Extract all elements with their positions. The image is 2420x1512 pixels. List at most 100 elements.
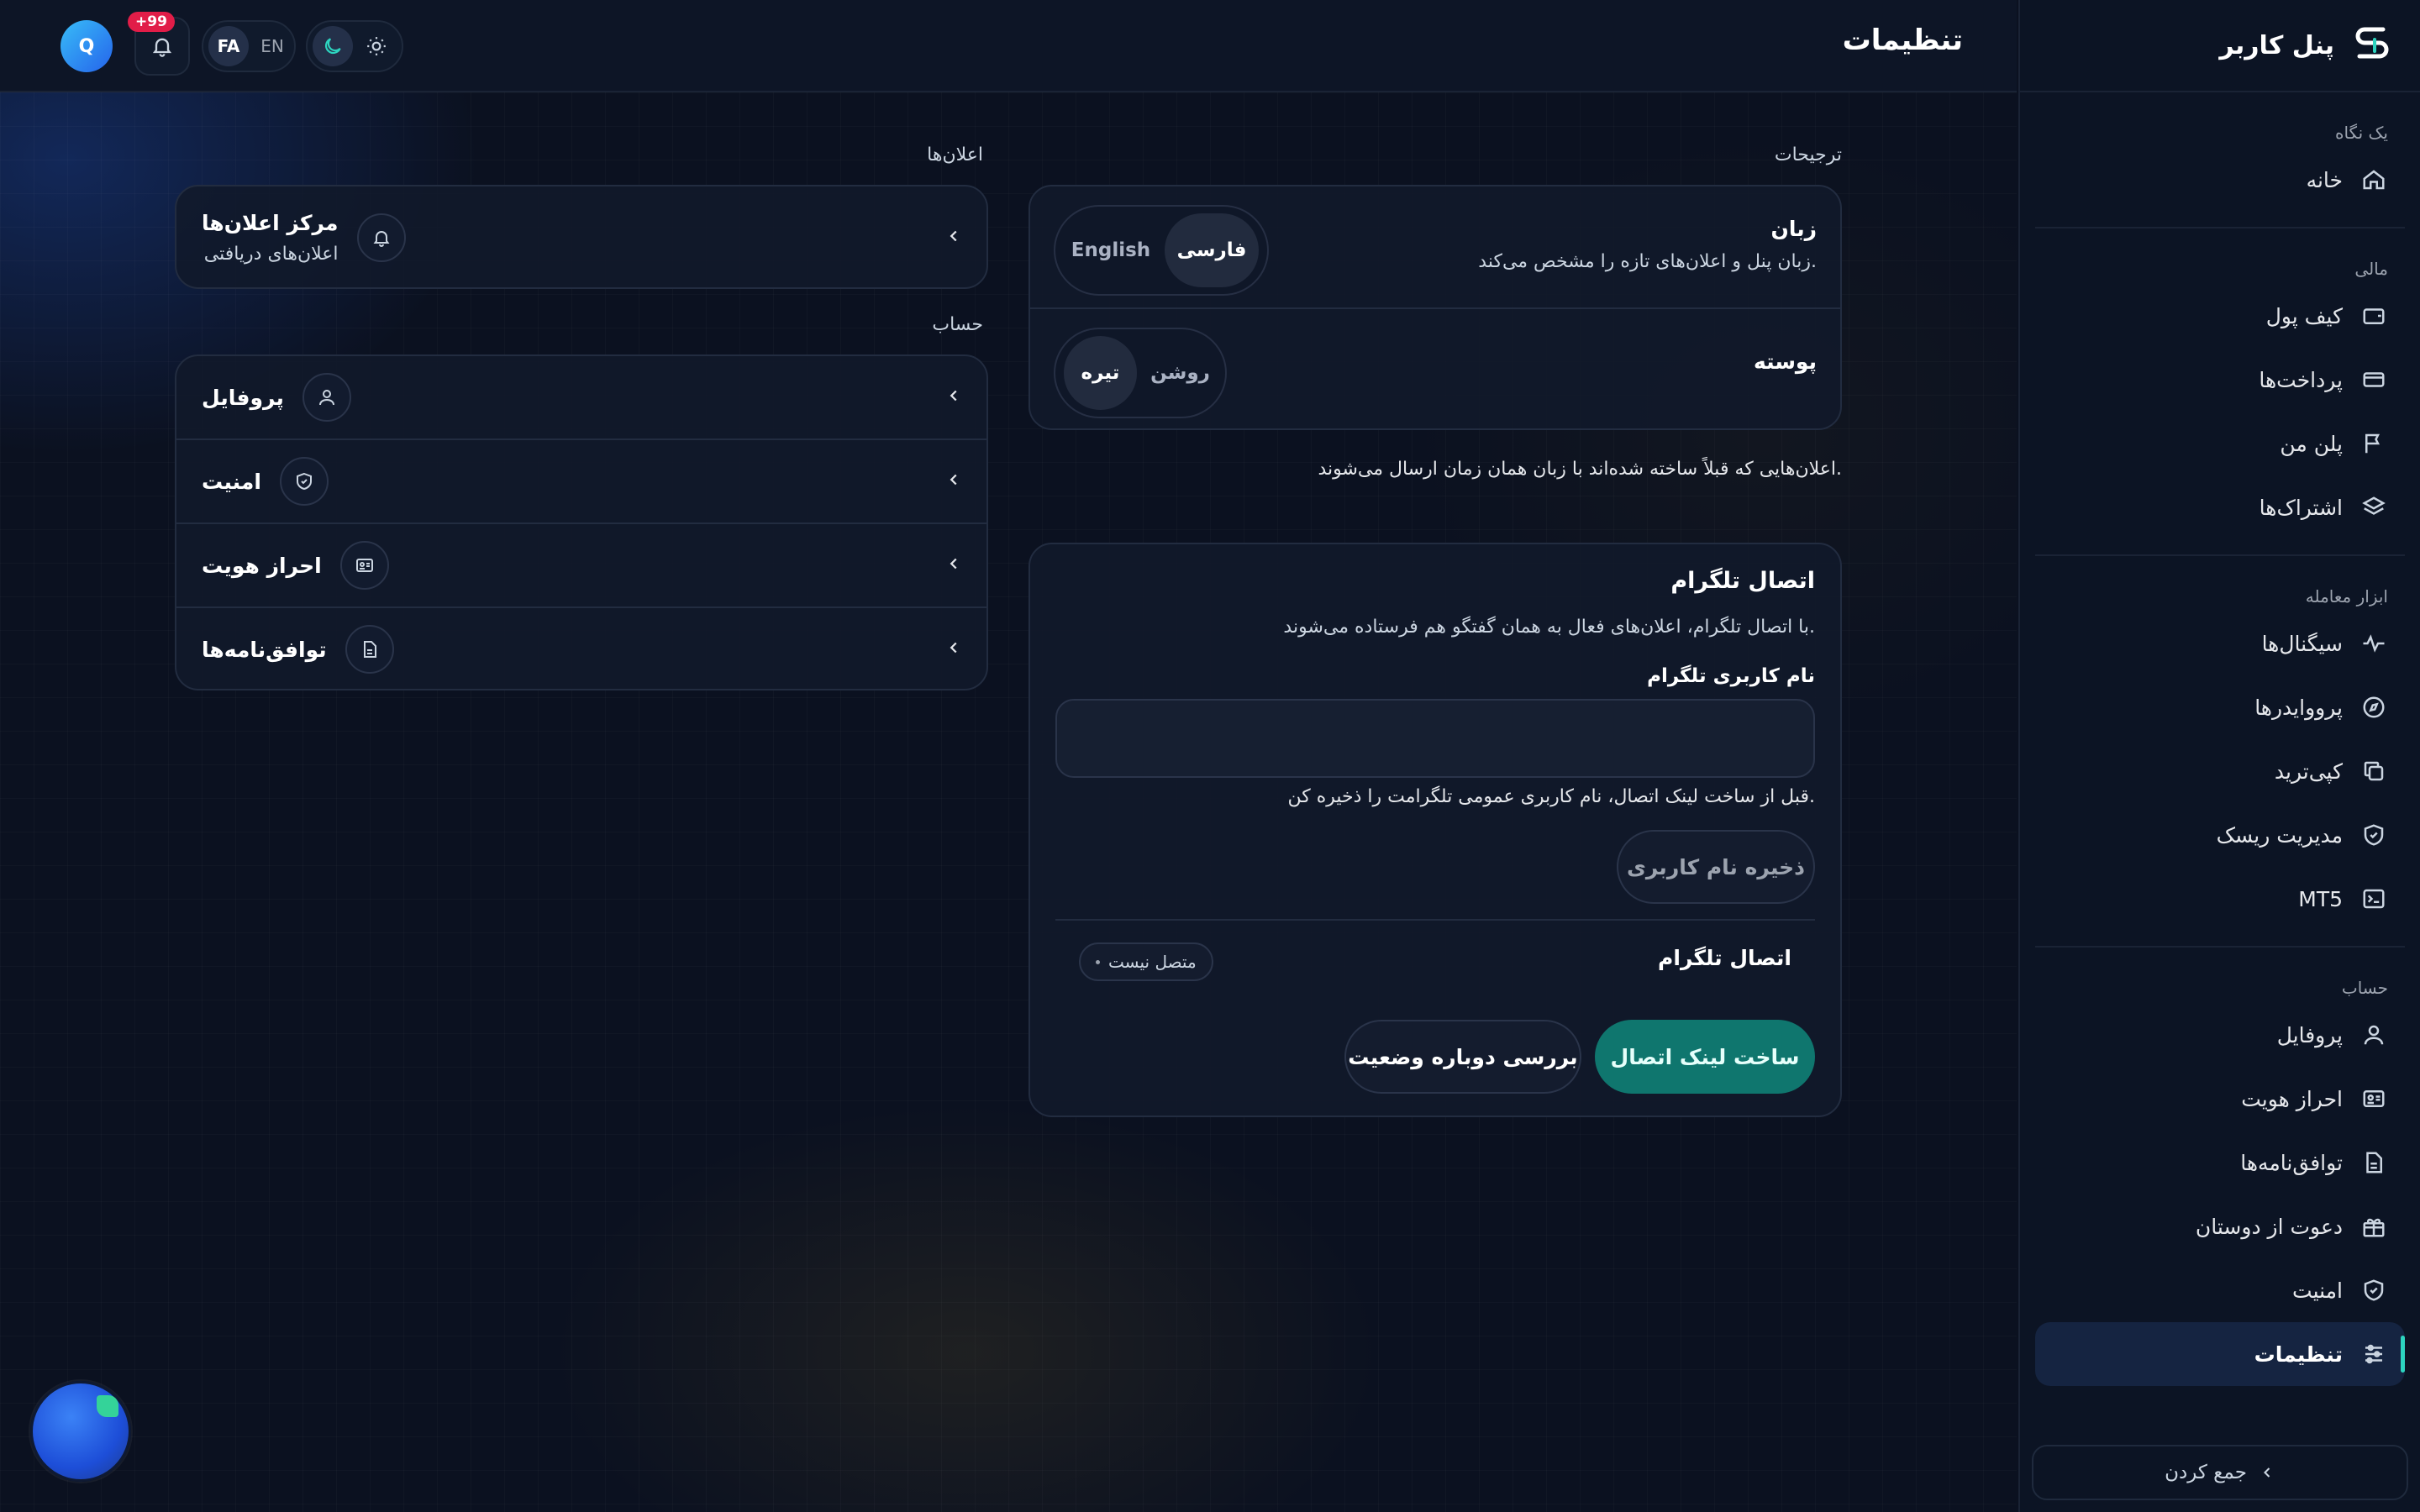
account-row-profile[interactable]: پروفایل — [176, 356, 986, 438]
shield-check-icon — [2364, 1279, 2384, 1301]
language-option-farsi[interactable]: فارسی — [1165, 213, 1259, 287]
light-theme-button[interactable] — [356, 26, 397, 66]
sidebar-item-subscriptions[interactable]: اشتراک‌ها — [2035, 475, 2405, 539]
sidebar-item-profile[interactable]: پروفایل — [2035, 1003, 2405, 1067]
create-link-button[interactable]: ساخت لینک اتصال — [1595, 1020, 1815, 1094]
chevron-left-icon — [944, 638, 963, 660]
recheck-status-button[interactable]: بررسی دوباره وضعیت — [1344, 1020, 1581, 1094]
language-note: اعلان‌هایی که قبلاً ساخته شده‌اند با زبا… — [1318, 459, 1842, 480]
sidebar-item-my-plan[interactable]: پلن من — [2035, 412, 2405, 475]
chevron-left-icon — [944, 554, 963, 576]
avatar[interactable]: Q — [60, 20, 113, 72]
wallet-icon — [2363, 308, 2385, 324]
language-row: زبان زبان پنل و اعلان‌های تازه را مشخص م… — [1478, 217, 1817, 272]
brand: پنل کاربر — [2020, 0, 2420, 92]
sidebar-item-label: کپی‌ترید — [2274, 759, 2343, 784]
row-content: احراز هویت — [202, 541, 389, 590]
user-icon — [318, 390, 334, 406]
save-username-button[interactable]: ذخیره نام کاربری — [1617, 830, 1815, 904]
preferences-section-label: ترجیحات — [1774, 144, 1842, 165]
id-card-icon — [2363, 1090, 2385, 1107]
file-icon-circle — [345, 625, 394, 674]
row-content: مرکز اعلان‌ها اعلان‌های دریافتی — [202, 211, 406, 265]
sidebar-item-home[interactable]: خانه — [2035, 148, 2405, 212]
account-row-security[interactable]: امنیت — [176, 440, 986, 522]
notification-center-card[interactable]: مرکز اعلان‌ها اعلان‌های دریافتی — [175, 185, 988, 289]
telegram-username-label: نام کاربری تلگرام — [1647, 665, 1815, 687]
account-row-agreements[interactable]: توافق‌نامه‌ها — [176, 608, 986, 690]
page-title: تنظیمات — [1842, 24, 1963, 57]
shield-icon-circle — [279, 457, 329, 506]
dark-theme-button[interactable] — [313, 26, 353, 66]
nav-divider — [2035, 227, 2405, 228]
sidebar-item-label: کیف پول — [2265, 303, 2343, 328]
sidebar-item-invite[interactable]: دعوت از دوستان — [2035, 1194, 2405, 1258]
language-desc: زبان پنل و اعلان‌های تازه را مشخص می‌کند… — [1478, 251, 1817, 272]
brand-logo-icon — [2355, 27, 2389, 59]
shield-check-icon — [296, 472, 312, 491]
sidebar: پنل کاربر یک نگاه خانه مالی کیف پول پردا… — [2018, 0, 2420, 1512]
home-icon — [2363, 170, 2385, 190]
account-row-label: توافق‌نامه‌ها — [202, 637, 327, 662]
nav-section-trading: ابزار معامله — [2305, 586, 2388, 606]
sidebar-item-label: دعوت از دوستان — [2195, 1214, 2343, 1239]
collapse-sidebar-button[interactable]: جمع کردن — [2032, 1445, 2408, 1500]
user-icon — [2364, 1025, 2384, 1045]
sidebar-item-risk[interactable]: مدیریت ریسک — [2035, 803, 2405, 867]
sidebar-item-kyc[interactable]: احراز هویت — [2035, 1067, 2405, 1131]
notifications-badge: +99 — [128, 12, 175, 32]
sidebar-item-mt5[interactable]: MT5 — [2035, 867, 2405, 931]
support-chat-button[interactable] — [30, 1381, 131, 1482]
sidebar-item-security[interactable]: امنیت — [2035, 1258, 2405, 1322]
notifications-section-label: اعلان‌ها — [927, 144, 983, 165]
user-icon-circle — [302, 373, 351, 422]
sun-icon — [367, 37, 386, 55]
activity-icon — [2363, 634, 2385, 653]
brand-name: پنل کاربر — [2219, 30, 2334, 60]
account-row-label: امنیت — [202, 469, 261, 494]
telegram-username-hint: قبل از ساخت لینک اتصال، نام کاربری عمومی… — [1287, 786, 1815, 807]
sidebar-nav: یک نگاه خانه مالی کیف پول پرداخت‌ها پلن … — [2020, 123, 2420, 1386]
telegram-username-input[interactable] — [1055, 699, 1815, 778]
chevron-left-icon — [944, 470, 963, 492]
lang-en-button[interactable]: EN — [252, 26, 292, 66]
sidebar-item-agreements[interactable]: توافق‌نامه‌ها — [2035, 1131, 2405, 1194]
id-card-icon-circle — [339, 541, 389, 590]
sidebar-item-providers[interactable]: پرووایدرها — [2035, 675, 2405, 739]
language-option-english[interactable]: English — [1064, 213, 1158, 287]
telegram-desc: با اتصال تلگرام، اعلان‌های فعال به همان … — [1283, 617, 1815, 638]
collapse-label: جمع کردن — [2165, 1462, 2247, 1483]
account-row-kyc[interactable]: احراز هویت — [176, 524, 986, 606]
chevron-left-icon — [944, 227, 963, 249]
id-card-icon — [355, 559, 373, 572]
account-row-label: احراز هویت — [202, 553, 322, 578]
sidebar-item-label: خانه — [2306, 167, 2343, 192]
sidebar-item-label: احراز هویت — [2241, 1086, 2343, 1111]
lang-fa-button[interactable]: FA — [208, 26, 249, 66]
skin-option-light[interactable]: روشن — [1144, 336, 1217, 410]
telegram-status-text: متصل نیست — [1108, 952, 1197, 972]
nav-divider — [2035, 946, 2405, 948]
sidebar-item-settings[interactable]: تنظیمات — [2035, 1322, 2405, 1386]
notification-center-row[interactable]: مرکز اعلان‌ها اعلان‌های دریافتی — [176, 197, 986, 279]
compass-icon — [2363, 696, 2385, 718]
skin-title: پوسته — [1753, 349, 1817, 374]
notifications-button[interactable]: +99 — [128, 12, 190, 76]
chevron-left-icon — [944, 386, 963, 408]
notification-center-text: مرکز اعلان‌ها اعلان‌های دریافتی — [202, 211, 339, 265]
sidebar-item-label: پروفایل — [2276, 1022, 2343, 1047]
nav-section-overview: یک نگاه — [2334, 123, 2388, 143]
sidebar-item-copytrade[interactable]: کپی‌ترید — [2035, 739, 2405, 803]
telegram-status-title: اتصال تلگرام — [1658, 946, 1791, 970]
sidebar-item-label: پلن من — [2280, 431, 2343, 456]
file-text-icon — [2366, 1152, 2382, 1173]
theme-switch — [306, 20, 403, 72]
sidebar-item-signals[interactable]: سیگنال‌ها — [2035, 612, 2405, 675]
skin-option-dark[interactable]: تیره — [1064, 336, 1137, 410]
language-title: زبان — [1770, 217, 1817, 241]
sidebar-item-payments[interactable]: پرداخت‌ها — [2035, 348, 2405, 412]
copy-icon — [2364, 761, 2384, 781]
topbar: تنظیمات Q +99 FA EN — [0, 0, 2017, 92]
account-row-label: پروفایل — [202, 385, 284, 410]
sidebar-item-wallet[interactable]: کیف پول — [2035, 284, 2405, 348]
